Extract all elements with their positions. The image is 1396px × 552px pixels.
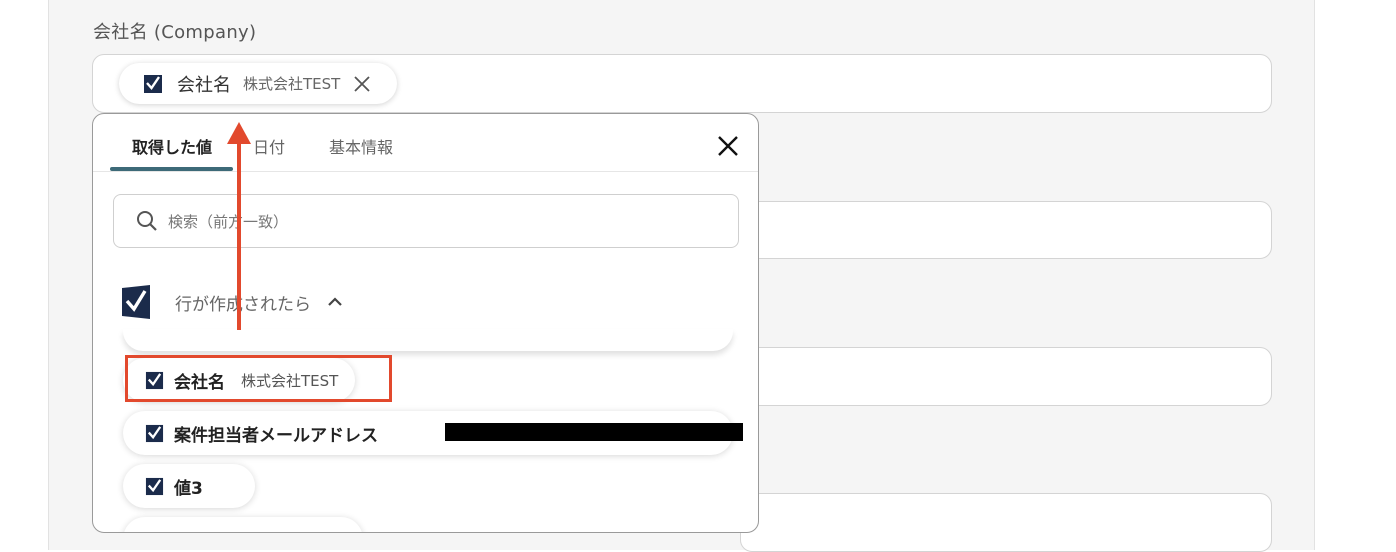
smartsheet-icon	[145, 424, 164, 442]
item-name: 案件担当者メールアドレス	[174, 425, 378, 446]
smartsheet-icon	[122, 285, 150, 319]
item-name: 会社名	[174, 372, 225, 393]
item-name: 値3	[174, 478, 203, 499]
smartsheet-icon	[144, 74, 162, 93]
tab-retrieved-values[interactable]: 取得した値	[132, 134, 212, 158]
company-field-label: 会社名 (Company)	[93, 22, 257, 43]
annotation-arrow-head	[227, 122, 251, 144]
form-field-4[interactable]	[740, 493, 1272, 552]
close-icon[interactable]	[716, 134, 740, 158]
search-input[interactable]: 検索（前方一致）	[113, 194, 739, 248]
item-value: 株式会社TEST	[241, 371, 339, 390]
smartsheet-icon	[145, 477, 164, 495]
search-icon	[137, 211, 157, 231]
list-item-company[interactable]: 会社名 株式会社TEST	[123, 358, 355, 402]
chip-value: 株式会社TEST	[243, 75, 341, 93]
selected-value-chip[interactable]: 会社名 株式会社TEST	[119, 63, 397, 104]
smartsheet-icon	[145, 371, 164, 389]
search-placeholder: 検索（前方一致）	[168, 212, 289, 231]
list-item-value3[interactable]: 値3	[123, 464, 255, 508]
form-field-3[interactable]	[740, 347, 1272, 406]
list-item-next[interactable]	[123, 517, 363, 532]
annotation-arrow-shaft	[237, 140, 241, 330]
list-item-partial[interactable]	[123, 329, 733, 351]
tab-bar: 取得した値 日付 基本情報	[93, 114, 758, 172]
value-picker-dropdown: 取得した値 日付 基本情報 検索（前方一致） 行が作成されたら 会社名 株式会社	[92, 113, 759, 533]
group-label: 行が作成されたら	[175, 294, 311, 315]
tab-basic-info[interactable]: 基本情報	[329, 134, 393, 158]
list-item-email[interactable]: 案件担当者メールアドレス	[123, 411, 743, 455]
redacted-value	[445, 423, 743, 441]
chevron-up-icon[interactable]	[327, 294, 343, 310]
active-tab-indicator	[110, 167, 233, 171]
tab-date[interactable]: 日付	[253, 134, 285, 158]
form-field-2[interactable]	[740, 201, 1272, 259]
chip-name: 会社名	[177, 74, 231, 96]
trigger-group-header[interactable]: 行が作成されたら	[121, 284, 343, 320]
close-icon[interactable]	[352, 74, 372, 94]
